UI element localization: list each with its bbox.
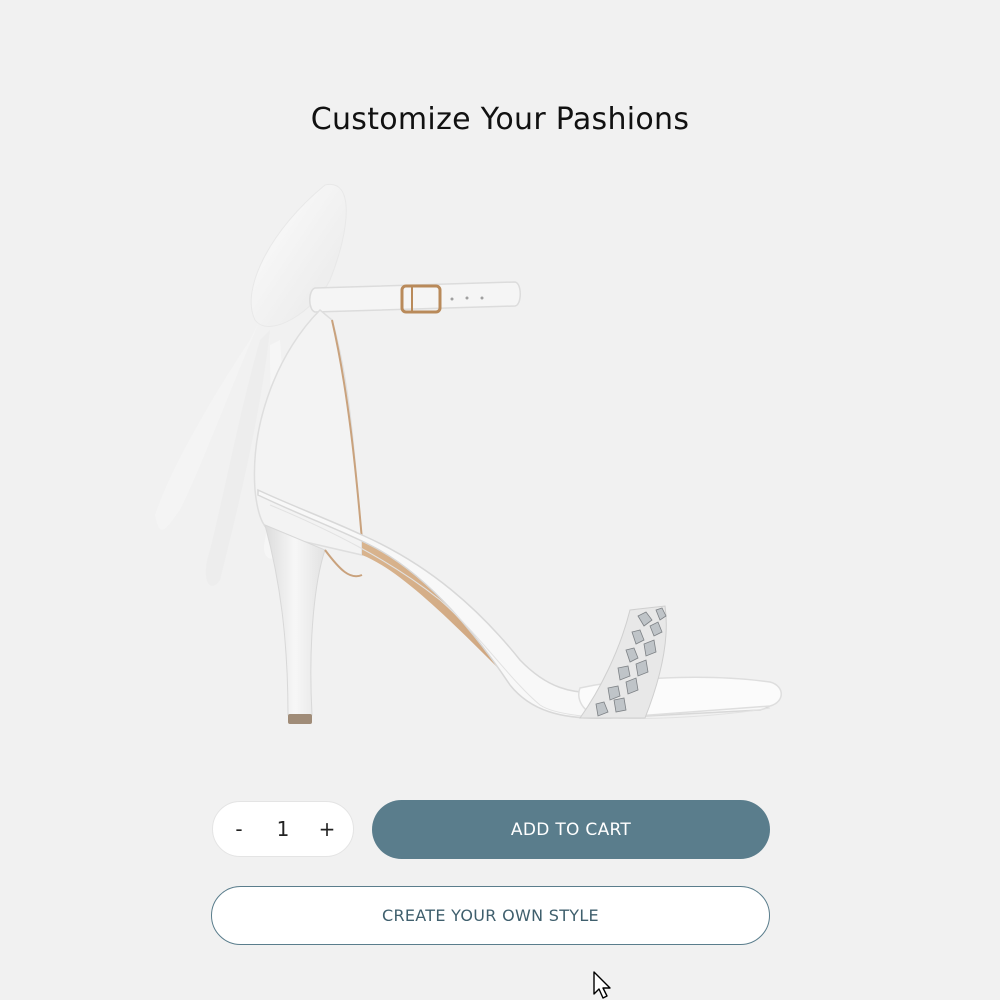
create-your-own-style-button[interactable]: CREATE YOUR OWN STYLE [211, 886, 770, 945]
quantity-value[interactable]: 1 [263, 817, 303, 841]
mouse-cursor-icon [593, 971, 611, 999]
decrement-button[interactable]: - [223, 809, 255, 849]
increment-button[interactable]: + [311, 809, 343, 849]
add-to-cart-button[interactable]: ADD TO CART [372, 800, 770, 859]
product-page: Customize Your Pashions - 1 + ADD TO CAR… [0, 0, 1000, 1000]
page-title: Customize Your Pashions [310, 102, 690, 137]
product-image [155, 183, 782, 724]
quantity-stepper: - 1 + [212, 801, 354, 857]
